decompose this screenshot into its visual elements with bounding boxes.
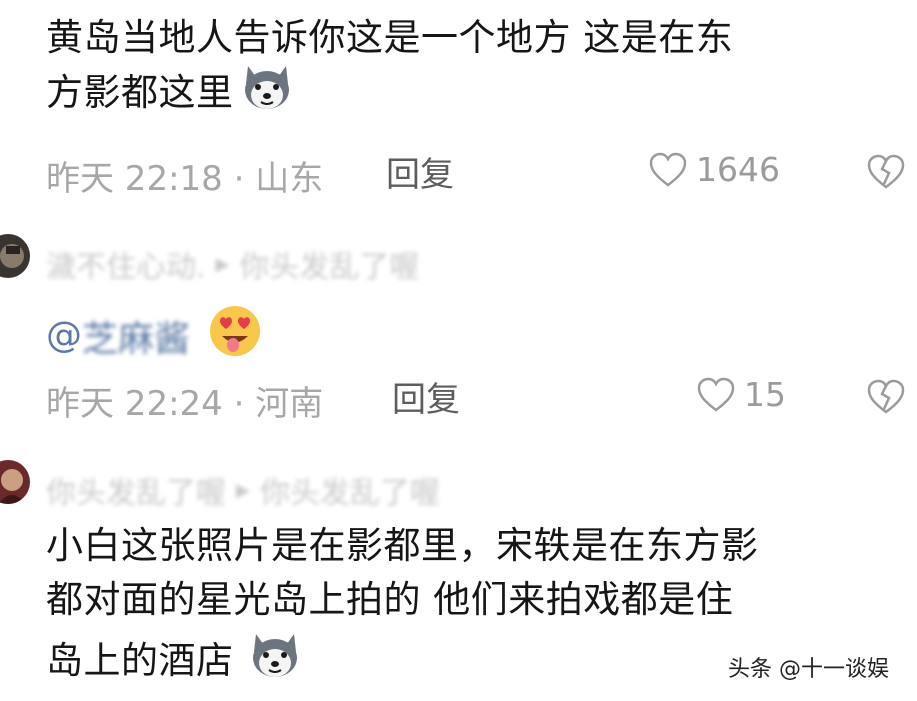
comment-2-reply-to[interactable]: 你头发乱了喔	[239, 242, 419, 286]
comment-1-like-count: 1646	[696, 150, 780, 189]
avatar[interactable]	[0, 460, 30, 504]
mention-at: @	[46, 315, 82, 356]
comment-2-like-count: 15	[744, 375, 786, 414]
mention-name: 芝麻酱	[82, 318, 191, 360]
comment-1-line1: 黄岛当地人告诉你这是一个地方 这是在东	[46, 16, 734, 59]
comment-3-username[interactable]: 你头发乱了喔	[46, 468, 226, 512]
heart-eyes-emoji	[206, 303, 264, 368]
comment-2-time: 昨天 22:24 · 河南	[46, 383, 324, 424]
avatar[interactable]	[0, 234, 30, 278]
broken-heart-icon	[867, 154, 905, 189]
comment-1-like-button[interactable]: 1646	[648, 150, 780, 189]
comment-1-time: 昨天 22:18 · 山东	[46, 158, 324, 199]
comment-3-reply-to[interactable]: 你头发乱了喔	[260, 468, 440, 512]
comment-1-dislike-button[interactable]	[866, 154, 906, 194]
comment-2-dislike-button[interactable]	[866, 379, 906, 419]
comment-2-mention[interactable]: @ 芝麻酱	[46, 303, 264, 368]
comment-3-username-row: 你头发乱了喔 ▶ 你头发乱了喔	[46, 468, 440, 512]
comment-1-line2: 方影都这里	[46, 71, 234, 114]
triangle-arrow-icon: ▶	[236, 479, 250, 501]
comment-1-text: 黄岛当地人告诉你这是一个地方 这是在东 方影都这里	[46, 14, 733, 124]
comment-3-line3: 岛上的酒店	[46, 639, 234, 682]
comment-2-like-button[interactable]: 15	[696, 375, 786, 414]
comment-2-reply-button[interactable]: 回复	[392, 377, 460, 423]
comment-2-username[interactable]: 濊不住心动.	[46, 242, 206, 286]
comment-3-line1: 小白这张照片是在影都里，宋轶是在东方影	[46, 524, 759, 567]
triangle-arrow-icon: ▶	[215, 253, 230, 275]
comment-1-line2-row: 方影都这里	[46, 62, 733, 124]
comment-2-username-row: 濊不住心动. ▶ 你头发乱了喔	[46, 242, 419, 286]
heart-icon	[697, 377, 735, 412]
watermark: 头条 @十一谈娱	[722, 649, 895, 685]
comment-1-reply-button[interactable]: 回复	[386, 152, 454, 198]
broken-heart-icon	[867, 379, 905, 414]
heart-icon	[649, 152, 687, 187]
comment-3-text: 小白这张照片是在影都里，宋轶是在东方影 都对面的星光岛上拍的 他们来拍戏都是住 …	[46, 522, 759, 692]
husky-emoji	[248, 630, 302, 692]
comment-3-line2: 都对面的星光岛上拍的 他们来拍戏都是住	[46, 578, 734, 621]
comment-2-meta: 昨天 22:24 · 河南	[46, 377, 324, 424]
comment-3-line3-row: 岛上的酒店	[46, 630, 759, 692]
husky-emoji	[240, 62, 294, 124]
comment-1-meta: 昨天 22:18 · 山东	[46, 152, 324, 199]
